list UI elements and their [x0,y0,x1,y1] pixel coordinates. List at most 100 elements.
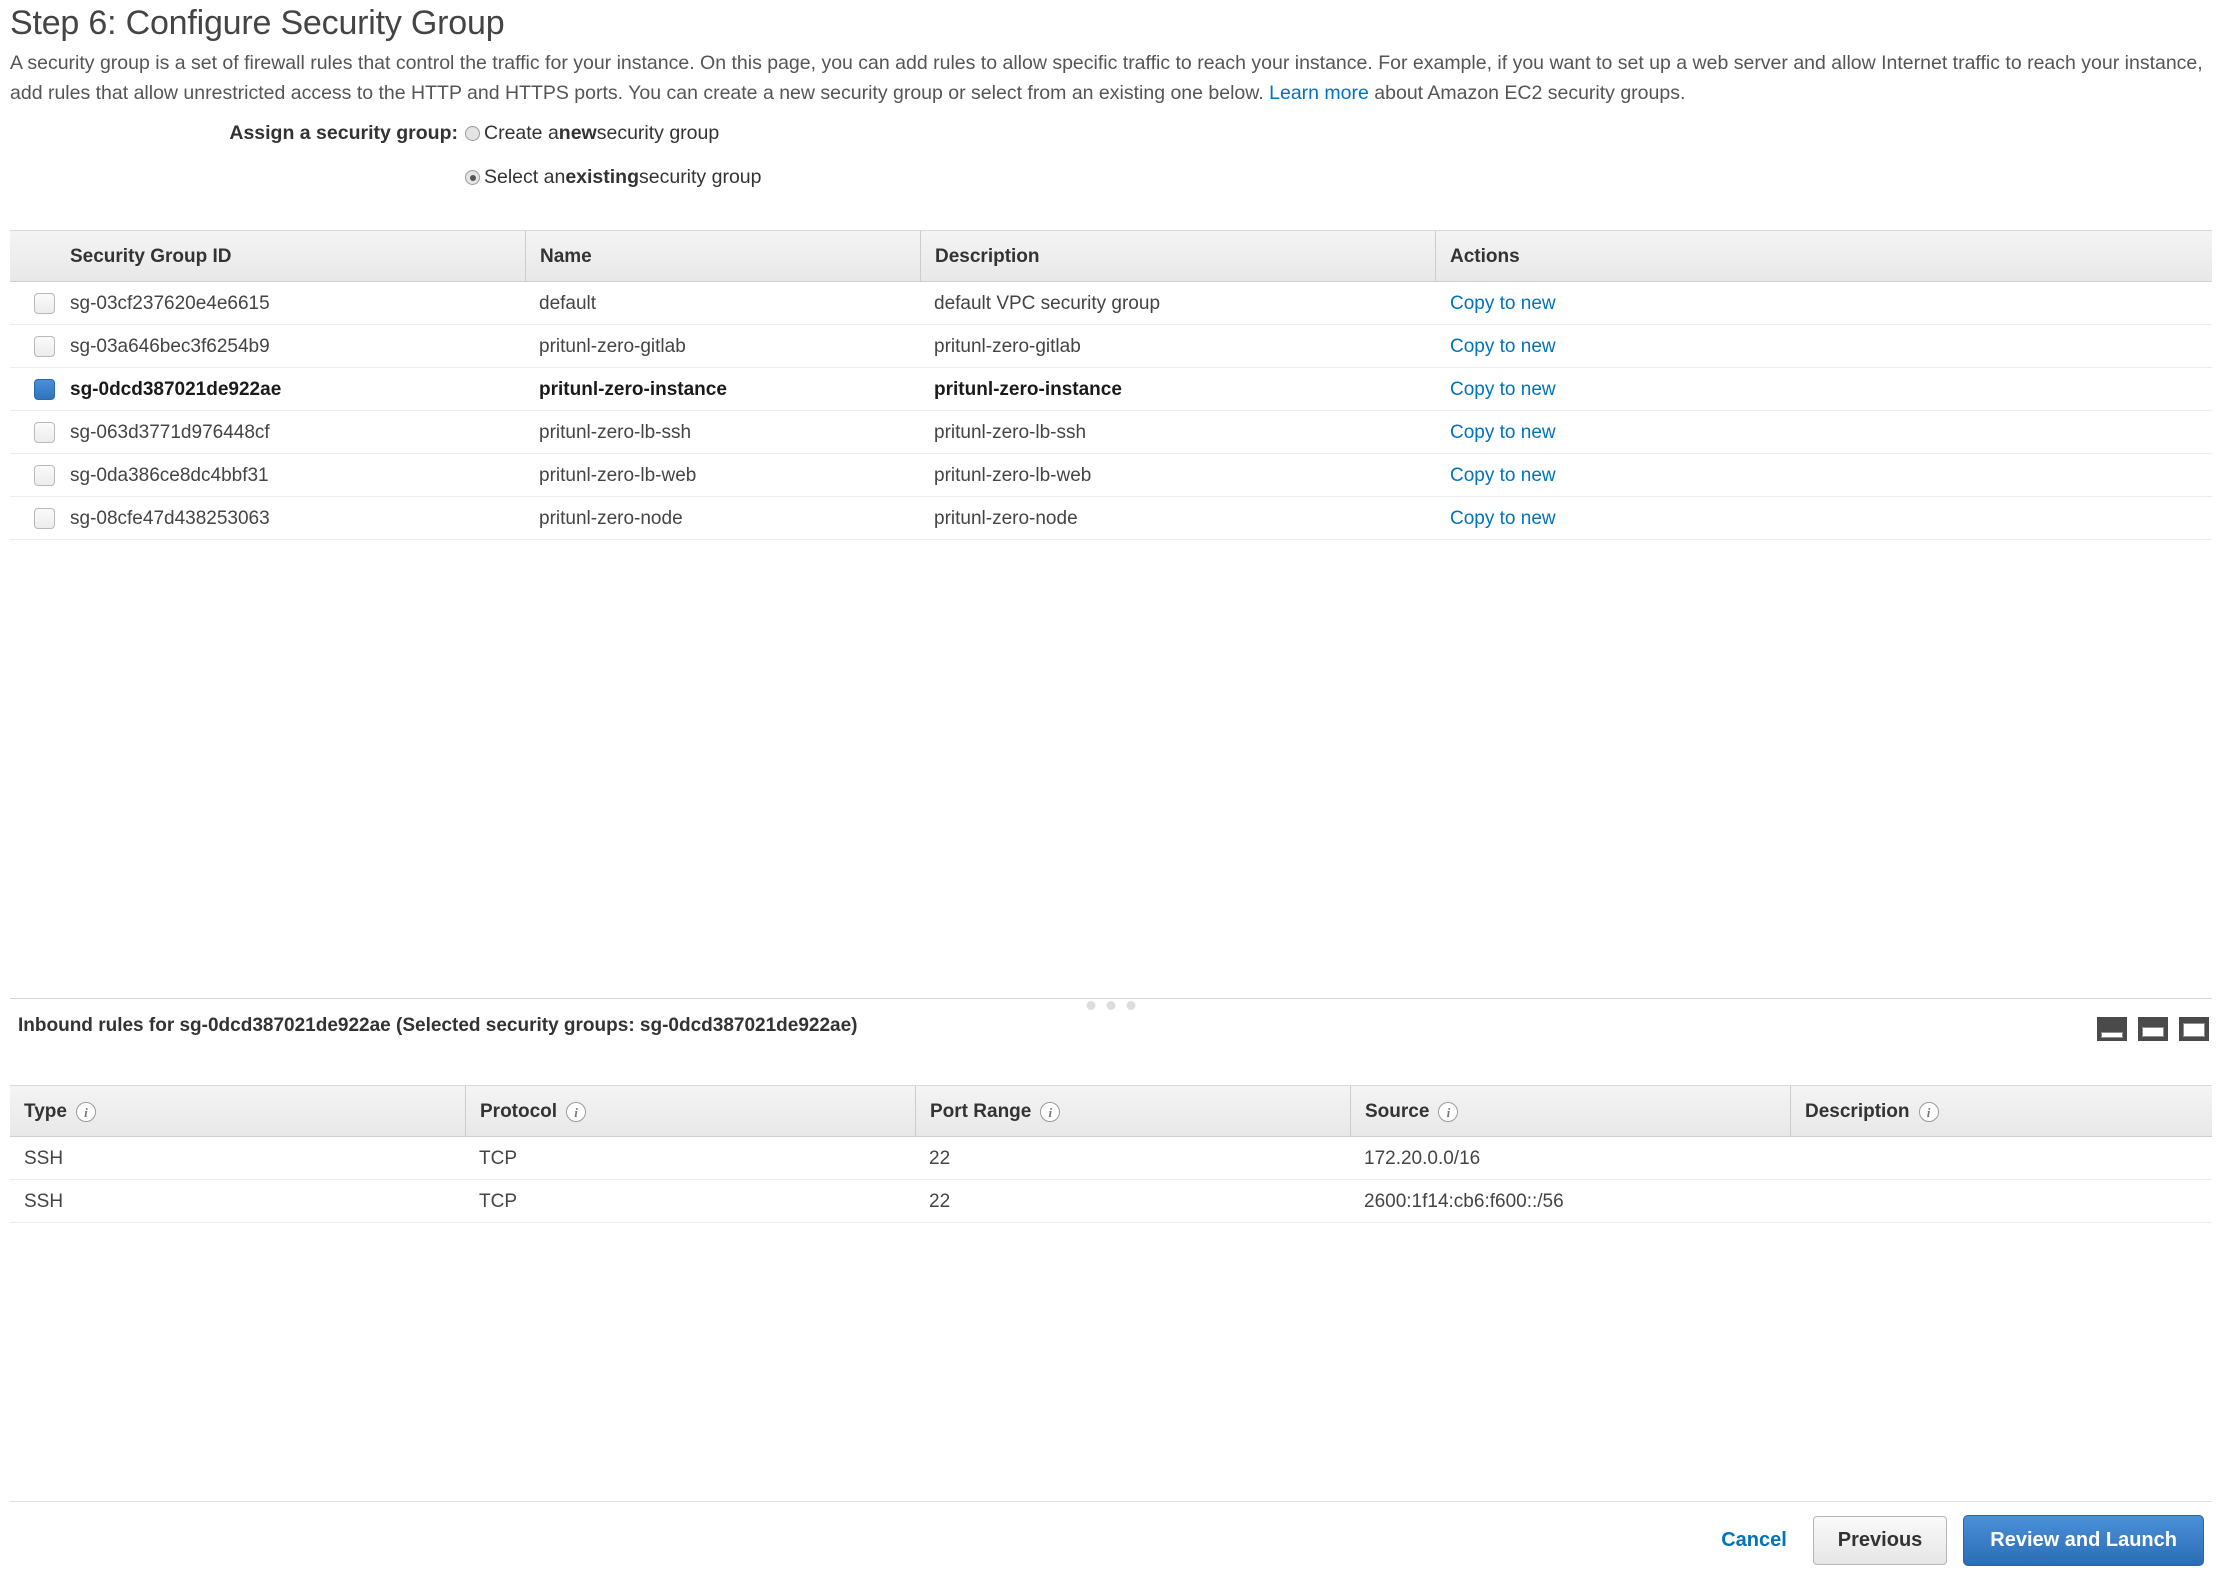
table-row[interactable]: sg-0da386ce8dc4bbf31 pritunl-zero-lb-web p… [10,454,2212,497]
security-groups-table-body: sg-03cf237620e4e6615 default default VPC s… [10,282,2212,540]
table-row: SSH TCP 22 2600:1f14:cb6:f600::/56 [10,1180,2212,1223]
radio-select-existing-label-bold: existing [565,166,639,188]
wizard-footer: Cancel Previous Review and Launch [10,1501,2212,1579]
radio-select-existing-label-pre: Select an [484,166,566,188]
assign-security-group-label: Assign a security group: [229,122,458,144]
copy-to-new-link[interactable]: Copy to new [1450,497,1556,540]
info-icon[interactable]: i [1918,1102,1939,1122]
panel-splitter[interactable] [10,998,2212,1010]
column-header-protocol[interactable]: Protocol i [465,1086,915,1138]
row-checkbox[interactable] [34,508,55,529]
copy-to-new-label[interactable]: Copy to new [1450,336,1556,358]
inbound-rules-table: Type i Protocol i Port Range i Source i Descript… [10,1085,2212,1223]
security-group-description: default VPC security group [934,292,1161,314]
rule-source: 2600:1f14:cb6:f600::/56 [1364,1190,1564,1212]
column-header-actions[interactable]: Actions [1435,231,2212,283]
inbound-rules-caption: Inbound rules for sg-0dcd387021de922ae (… [18,1015,858,1036]
rule-source: 172.20.0.0/16 [1364,1147,1481,1169]
security-group-name: pritunl-zero-gitlab [539,335,686,357]
copy-to-new-label[interactable]: Copy to new [1450,293,1556,315]
info-icon[interactable]: i [566,1102,587,1122]
column-header-label: Port Range [930,1101,1032,1122]
configure-security-group-page: Step 6: Configure Security Group A secur… [0,0,2221,1579]
table-row[interactable]: sg-08cfe47d438253063 pritunl-zero-node pri… [10,497,2212,540]
learn-more-link[interactable]: Learn more [1269,82,1369,104]
security-group-description: pritunl-zero-instance [934,378,1122,400]
security-group-description: pritunl-zero-node [934,507,1078,529]
copy-to-new-label[interactable]: Copy to new [1450,422,1556,444]
column-header-description[interactable]: Description [920,231,1435,283]
security-group-id: sg-08cfe47d438253063 [70,507,270,529]
table-row[interactable]: sg-0dcd387021de922ae pritunl-zero-instanc… [10,368,2212,411]
cancel-button[interactable]: Cancel [1711,1529,1797,1552]
row-checkbox[interactable] [34,379,55,400]
row-checkbox[interactable] [34,293,55,314]
rule-type: SSH [24,1147,64,1169]
security-group-description: pritunl-zero-lb-web [934,464,1092,486]
splitter-grip-icon[interactable] [1086,1001,1136,1010]
security-group-name: default [539,292,597,314]
radio-select-existing-security-group[interactable]: Select an existing security group [465,166,761,189]
security-group-name: pritunl-zero-instance [539,378,727,400]
table-row[interactable]: sg-063d3771d976448cf pritunl-zero-lb-ssh p… [10,411,2212,454]
row-checkbox[interactable] [34,465,55,486]
info-icon[interactable]: i [1040,1102,1061,1122]
rule-port-range: 22 [929,1190,951,1212]
info-icon[interactable]: i [75,1102,96,1122]
table-row: SSH TCP 22 172.20.0.0/16 [10,1137,2212,1180]
security-group-name: pritunl-zero-node [539,507,683,529]
page-description-text: A security group is a set of firewall ru… [10,52,2203,104]
copy-to-new-link[interactable]: Copy to new [1450,325,1556,368]
column-header-description[interactable]: Description i [1790,1086,2212,1138]
radio-create-new-security-group[interactable]: Create a new security group [465,122,719,145]
inbound-rules-table-body: SSH TCP 22 172.20.0.0/16 SSH TCP 22 2600:1f14:c… [10,1137,2212,1223]
column-header-source[interactable]: Source i [1350,1086,1790,1138]
split-bottom-large-icon[interactable] [2179,1017,2209,1041]
inbound-rules-table-header: Type i Protocol i Port Range i Source i Descript… [10,1085,2212,1138]
page-title: Step 6: Configure Security Group [10,4,505,42]
column-header-name[interactable]: Name [525,231,920,283]
page-description-text-tail: about Amazon EC2 security groups. [1374,82,1686,104]
radio-create-new-label-post: security group [596,122,720,144]
radio-select-existing-label-post: security group [639,166,762,188]
security-groups-table: Security Group ID Name Description Actions … [10,230,2212,540]
page-description: A security group is a set of firewall ru… [10,48,2210,108]
column-header-label: Protocol [480,1101,558,1122]
security-group-id: sg-03cf237620e4e6615 [70,292,270,314]
security-group-name: pritunl-zero-lb-web [539,464,697,486]
row-checkbox[interactable] [34,336,55,357]
security-group-id: sg-063d3771d976448cf [70,421,270,443]
table-row[interactable]: sg-03cf237620e4e6615 default default VPC s… [10,282,2212,325]
column-header-label: Description [1805,1101,1910,1122]
security-group-description: pritunl-zero-gitlab [934,335,1081,357]
column-header-label: Source [1365,1101,1430,1122]
copy-to-new-link[interactable]: Copy to new [1450,282,1556,325]
security-group-id: sg-0dcd387021de922ae [70,378,282,400]
radio-dot-icon[interactable] [465,126,480,141]
copy-to-new-label[interactable]: Copy to new [1450,508,1556,530]
radio-create-new-label-bold: new [558,122,597,144]
security-groups-table-header: Security Group ID Name Description Actions [10,230,2212,283]
copy-to-new-label[interactable]: Copy to new [1450,379,1556,401]
table-row[interactable]: sg-03a646bec3f6254b9 pritunl-zero-gitlab p… [10,325,2212,368]
copy-to-new-link[interactable]: Copy to new [1450,454,1556,497]
rule-protocol: TCP [479,1147,517,1169]
radio-dot-selected-icon[interactable] [465,170,480,185]
column-header-security-group-id[interactable]: Security Group ID [56,231,525,283]
row-checkbox[interactable] [34,422,55,443]
column-header-port-range[interactable]: Port Range i [915,1086,1350,1138]
review-and-launch-button[interactable]: Review and Launch [1963,1515,2204,1566]
rule-port-range: 22 [929,1147,951,1169]
assign-security-group-section: Assign a security group: Create a new se… [0,122,2221,202]
copy-to-new-link[interactable]: Copy to new [1450,368,1556,411]
split-bottom-small-icon[interactable] [2097,1017,2127,1041]
previous-button[interactable]: Previous [1812,1516,1948,1565]
column-header-type[interactable]: Type i [10,1086,465,1138]
panel-layout-buttons [2097,1017,2209,1041]
radio-create-new-label-pre: Create a [484,122,559,144]
rule-protocol: TCP [479,1190,517,1212]
info-icon[interactable]: i [1438,1102,1459,1122]
split-bottom-medium-icon[interactable] [2138,1017,2168,1041]
copy-to-new-link[interactable]: Copy to new [1450,411,1556,454]
copy-to-new-label[interactable]: Copy to new [1450,465,1556,487]
